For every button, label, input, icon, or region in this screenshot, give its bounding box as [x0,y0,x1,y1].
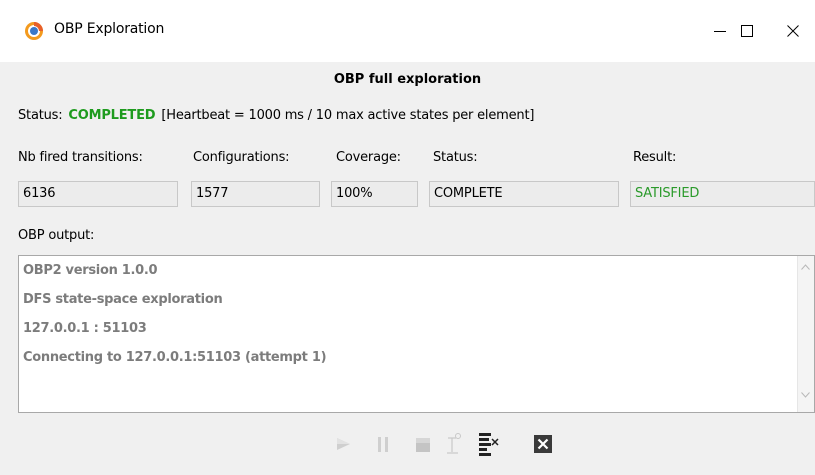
output-scrollbar[interactable] [797,256,814,412]
stop-icon [416,438,430,452]
close-icon [534,435,552,453]
coverage-label: Coverage: [336,150,401,165]
step-button[interactable] [441,431,467,457]
output-textarea[interactable]: OBP2 version 1.0.0 DFS state-space explo… [18,255,815,413]
app-logo-icon [25,22,43,40]
close-exploration-button[interactable] [530,431,556,457]
close-button[interactable] [770,14,815,48]
status-field[interactable]: COMPLETE [429,181,619,207]
transitions-label: Nb fired transitions: [18,150,143,165]
title-bar: OBP Exploration [0,0,815,62]
panel-heading: OBP full exploration [333,72,482,87]
scroll-down-icon[interactable] [801,392,810,398]
maximize-icon [741,25,753,37]
status-line: Status: COMPLETED [Heartbeat = 1000 ms / 1… [18,108,534,123]
step-icon [447,433,461,454]
coverage-field[interactable]: 100% [331,181,418,207]
result-field[interactable]: SATISFIED [630,181,815,207]
output-line: OBP2 version 1.0.0 [23,263,158,278]
output-line: DFS state-space exploration [23,292,223,307]
configurations-field[interactable]: 1577 [191,181,320,207]
status-label: Status: [433,150,478,165]
play-icon [337,438,350,450]
status-details: [Heartbeat = 1000 ms / 10 max active sta… [161,108,535,123]
maximize-button[interactable] [724,14,770,48]
close-icon [787,25,799,37]
exploration-panel: OBP full exploration Status: COMPLETED [He… [0,62,815,475]
configurations-label: Configurations: [193,150,290,165]
window-title: OBP Exploration [54,21,165,37]
output-text: OBP2 version 1.0.0 DFS state-space explo… [19,256,797,412]
pause-icon [378,437,388,452]
output-line: Connecting to 127.0.0.1:51103 (attempt 1… [23,350,327,365]
output-line: 127.0.0.1 : 51103 [23,321,147,336]
scroll-up-icon[interactable] [801,264,810,270]
trace-icon [479,433,499,456]
output-label: OBP output: [18,228,95,243]
play-button[interactable] [330,431,356,457]
transitions-field[interactable]: 6136 [18,181,178,207]
stop-button[interactable] [410,431,436,457]
trace-button[interactable] [475,431,501,457]
status-value: COMPLETED [68,108,156,123]
pause-button[interactable] [370,431,396,457]
result-label: Result: [633,150,677,165]
status-prefix: Status: [18,108,63,123]
